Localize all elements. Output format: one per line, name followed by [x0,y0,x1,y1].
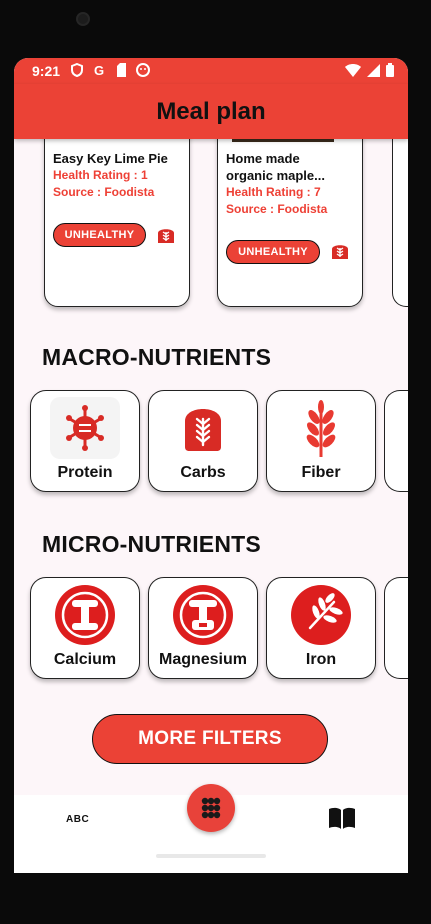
macro-tile-protein[interactable]: Protein [30,390,140,492]
screen: 9:21 G Meal plan Easy Key Lime Pie Healt… [14,58,408,873]
macro-tile-peek [384,390,408,492]
health-rating: Health Rating : 1 [53,168,148,182]
macro-tile-fiber[interactable]: Fiber [266,390,376,492]
tile-label: Magnesium [158,651,247,668]
micro-tile-magnesium[interactable]: Magnesium [148,577,258,679]
status-bar: 9:21 G [14,58,408,84]
health-rating: Health Rating : 7 [226,185,321,199]
macro-section-title: MACRO-NUTRIENTS [42,344,272,370]
micro-tile-peek [384,577,408,679]
more-filters-button[interactable]: MORE FILTERS [92,714,328,764]
smiley-icon [136,63,150,80]
tile-label: Iron [305,651,337,668]
wifi-icon [345,63,361,77]
recipe-card[interactable]: Easy Key Lime Pie Health Rating : 1 Sour… [44,139,190,307]
camera [76,12,90,26]
micro-tile-iron[interactable]: Iron [266,577,376,679]
macro-tile-carbs[interactable]: Carbs [148,390,258,492]
battery-icon [386,63,394,77]
magnesium-icon [168,584,238,646]
recipe-card[interactable]: Home made organic maple... Health Rating… [217,139,363,307]
nav-grid-button[interactable] [187,784,235,832]
page-title: Meal plan [156,98,266,125]
sim-icon [114,63,128,80]
bottom-nav: ABC [14,784,408,873]
calcium-icon [50,584,120,646]
status-icons-right [345,63,394,77]
bread-icon [330,241,350,261]
main-content[interactable]: Easy Key Lime Pie Health Rating : 1 Sour… [14,139,408,795]
gesture-bar[interactable] [156,854,266,858]
recipe-card-peek [392,139,408,307]
phone-frame: 9:21 G Meal plan Easy Key Lime Pie Healt… [0,0,431,924]
app-bar: Meal plan [14,84,408,139]
protein-icon [50,397,120,459]
grid-icon [201,797,221,819]
recipe-title: Home made [226,151,300,166]
bread-icon [156,225,176,245]
status-icons-left: G [70,62,150,80]
recipe-title: Easy Key Lime Pie [53,151,168,166]
tile-label: Fiber [301,464,341,481]
shield-icon [70,62,84,80]
tile-label: Calcium [53,651,117,668]
nav-abc-button[interactable]: ABC [66,814,89,825]
signal-icon [367,63,380,77]
micro-tile-calcium[interactable]: Calcium [30,577,140,679]
bread-icon [168,397,238,459]
recipe-source: Source : Foodista [53,185,155,199]
unhealthy-badge[interactable]: UNHEALTHY [53,223,146,247]
recipe-title-cont: organic maple... [226,168,325,183]
status-time: 9:21 [32,63,61,79]
google-icon: G [93,63,105,78]
iron-icon [286,584,356,646]
tile-label: Protein [57,464,113,481]
tile-label: Carbs [180,464,226,481]
recipe-source: Source : Foodista [226,202,328,216]
unhealthy-badge[interactable]: UNHEALTHY [226,240,320,264]
book-icon[interactable] [328,807,356,829]
wheat-icon [286,397,356,459]
micro-section-title: MICRO-NUTRIENTS [42,531,261,557]
